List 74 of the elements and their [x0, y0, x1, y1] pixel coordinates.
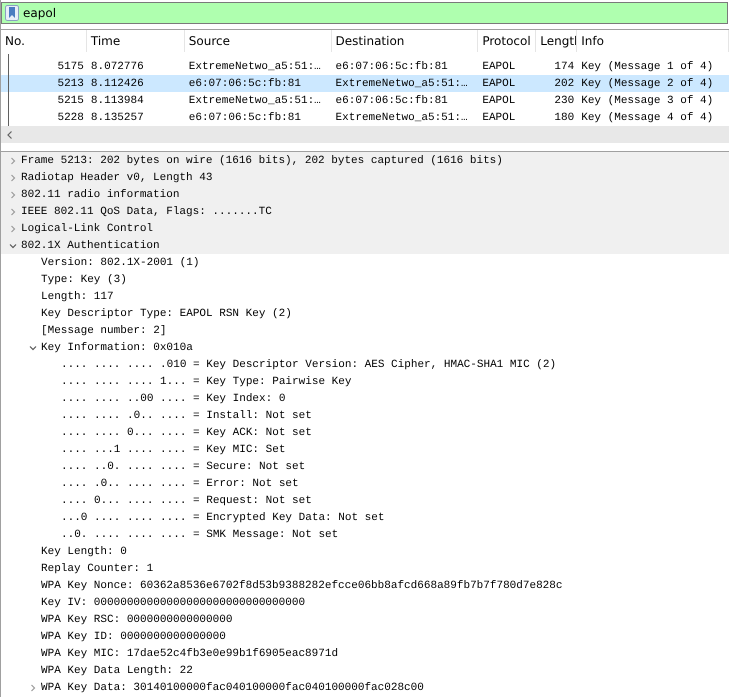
detail-text[interactable]: ..0. .... .... .... = SMK Message: Not set: [61, 528, 338, 540]
column-header[interactable]: Lengtl: [536, 30, 578, 52]
bookmark-icon[interactable]: [5, 5, 19, 21]
table-cell-text: 5213: [56, 78, 85, 90]
detail-text[interactable]: .... .... 0... .... = Key ACK: Not set: [61, 426, 312, 438]
detail-text[interactable]: .... ...1 .... .... = Key MIC: Set: [61, 444, 286, 456]
scroll-left-icon[interactable]: [5, 130, 15, 140]
table-cell-text: 8.072776: [90, 60, 145, 72]
detail-text[interactable]: WPA Key ID: 0000000000000000: [41, 630, 226, 642]
table-cell-text: EAPOL: [481, 94, 516, 106]
detail-text[interactable]: Key Descriptor Type: EAPOL RSN Key (2): [41, 308, 292, 320]
table-cell-text: ExtremeNetwo_a5:51:…: [188, 94, 322, 106]
detail-text[interactable]: Radiotap Header v0, Length 43: [21, 172, 212, 184]
table-cell-text: e6:07:06:5c:fb:81: [334, 94, 449, 106]
column-header[interactable]: No.: [1, 30, 87, 52]
table-cell-text: 5215: [56, 94, 85, 106]
column-header[interactable]: Time: [86, 30, 185, 52]
filter-field[interactable]: eapol: [1, 2, 728, 24]
detail-text[interactable]: .... 0... .... .... = Request: Not set: [61, 494, 312, 506]
detail-text[interactable]: .... .... ..00 .... = Key Index: 0: [61, 392, 286, 404]
table-cell-text: ExtremeNetwo_a5:51:…: [188, 60, 322, 72]
table-cell-text: e6:07:06:5c:fb:81: [188, 112, 302, 124]
table-cell-text: ExtremeNetwo_a5:51:…: [334, 112, 469, 124]
column-header[interactable]: Destination: [332, 30, 478, 52]
table-cell-text: 174: [553, 60, 576, 72]
detail-text[interactable]: .... .... .... 1... = Key Type: Pairwise Key: [61, 376, 352, 388]
table-cell-text: EAPOL: [481, 60, 516, 72]
column-header[interactable]: Info: [577, 30, 729, 52]
detail-text[interactable]: WPA Key Nonce: 60362a8536e6702f8d53b9388282efcce06bb8afcd668a89fb7b7f780d7e828c: [41, 580, 562, 592]
packet-row[interactable]: 5175 8.072776 ExtremeNetwo_a5:51:… e6:07:06:5c:fb:81 EAPOL 174 Key (Message 1 of 4): [1, 58, 729, 75]
table-cell-text: 8.112426: [90, 78, 145, 90]
detail-text[interactable]: .... .0.. .... .... = Error: Not set: [61, 478, 299, 490]
detail-text[interactable]: Version: 802.1X-2001 (1): [41, 256, 200, 268]
detail-text[interactable]: 802.11 radio information: [21, 188, 180, 200]
table-cell-text: ExtremeNetwo_a5:51:…: [334, 78, 469, 90]
table-cell-text: EAPOL: [481, 112, 516, 124]
table-cell-text: 5228: [56, 112, 85, 124]
detail-text[interactable]: WPA Key Data Length: 22: [41, 664, 193, 676]
table-cell-text: 180: [553, 112, 576, 124]
detail-text[interactable]: WPA Key MIC: 17dae52c4fb3e0e99b1f6905eac8971d: [41, 648, 338, 660]
packet-row[interactable]: 5213 8.112426 e6:07:06:5c:fb:81 ExtremeNetwo_a5:51:… EAPOL 202 Key (Message 2 of 4): [1, 75, 729, 92]
filter-input[interactable]: eapol: [23, 4, 727, 22]
detail-text[interactable]: Length: 117: [41, 290, 114, 302]
detail-text[interactable]: Key Information: 0x010a: [41, 342, 193, 354]
detail-text[interactable]: ...0 .... .... .... = Encrypted Key Data: Not set: [61, 512, 384, 524]
table-cell-text: 202: [553, 78, 576, 90]
table-cell-text: e6:07:06:5c:fb:81: [188, 78, 302, 90]
table-cell-text: EAPOL: [481, 78, 516, 90]
packet-row[interactable]: 5215 8.113984 ExtremeNetwo_a5:51:… e6:07:06:5c:fb:81 EAPOL 230 Key (Message 3 of 4): [1, 92, 729, 109]
packet-row[interactable]: 5228 8.135257 e6:07:06:5c:fb:81 ExtremeNetwo_a5:51:… EAPOL 180 Key (Message 4 of 4): [1, 109, 729, 126]
table-cell-text: Key (Message 2 of 4): [580, 78, 714, 90]
detail-text[interactable]: Logical-Link Control: [21, 222, 154, 234]
horizontal-scrollbar[interactable]: [1, 126, 729, 143]
detail-text[interactable]: WPA Key Data: 30140100000fac040100000fac040100000fac028c00: [41, 682, 424, 694]
detail-text[interactable]: .... .... .... .010 = Key Descriptor Version: AES Cipher, HMAC-SHA1 MIC (2): [61, 358, 556, 370]
table-cell-text: 8.113984: [90, 94, 145, 106]
table-cell-text: 230: [553, 94, 576, 106]
detail-text[interactable]: .... .... .0.. .... = Install: Not set: [61, 410, 312, 422]
detail-text[interactable]: [Message number: 2]: [41, 324, 166, 336]
table-cell-text: 5175: [56, 60, 85, 72]
detail-text[interactable]: Type: Key (3): [41, 274, 127, 286]
detail-text[interactable]: Key Length: 0: [41, 546, 127, 558]
table-cell-text: e6:07:06:5c:fb:81: [334, 60, 449, 72]
detail-text[interactable]: 802.1X Authentication: [21, 240, 160, 252]
detail-text[interactable]: Replay Counter: 1: [41, 562, 154, 574]
column-header[interactable]: Protocol: [478, 30, 536, 52]
detail-text[interactable]: WPA Key RSC: 0000000000000000: [41, 614, 232, 626]
detail-text[interactable]: Key IV: 00000000000000000000000000000000: [41, 596, 306, 608]
table-cell-text: Key (Message 3 of 4): [580, 94, 714, 106]
column-header[interactable]: Source: [184, 30, 332, 52]
detail-text[interactable]: .... ..0. .... .... = Secure: Not set: [61, 460, 306, 472]
table-cell-text: Key (Message 4 of 4): [580, 112, 714, 124]
table-cell-text: Key (Message 1 of 4): [580, 60, 714, 72]
table-cell-text: 8.135257: [90, 112, 145, 124]
